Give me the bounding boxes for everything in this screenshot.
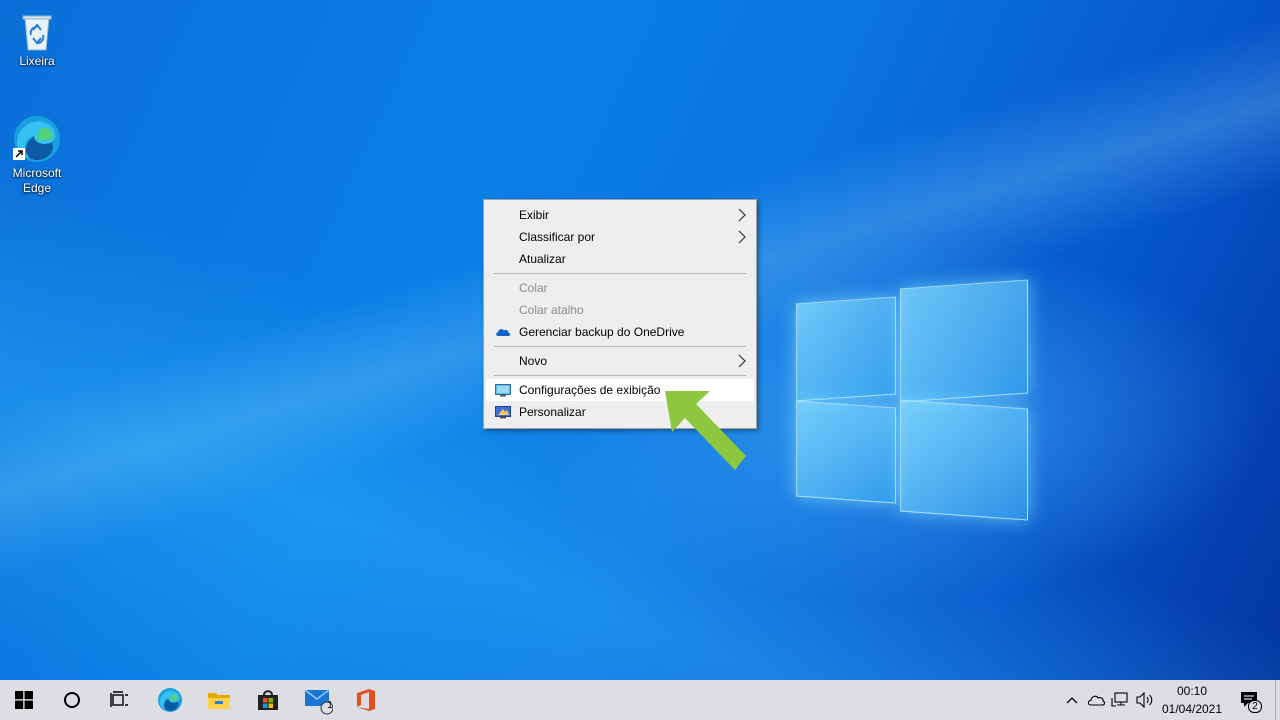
menu-item-label: Configurações de exibição <box>519 383 661 397</box>
windows-logo-pane <box>900 279 1028 403</box>
menu-item-label: Personalizar <box>519 405 586 419</box>
windows-logo-pane <box>796 400 896 504</box>
chevron-right-icon <box>738 230 746 244</box>
taskbar-mail-button[interactable]: 1 <box>294 680 342 720</box>
desktop[interactable]: Lixeira Microsoft Edge Exibir Classifica… <box>0 0 1280 680</box>
chevron-right-icon <box>738 208 746 222</box>
menu-item-colar[interactable]: Colar <box>486 277 754 299</box>
start-button[interactable] <box>0 680 48 720</box>
search-button[interactable] <box>48 680 96 720</box>
edge-icon <box>158 688 182 712</box>
mail-badge: 1 <box>327 700 333 711</box>
menu-item-label: Novo <box>519 354 548 368</box>
start-icon <box>15 691 33 709</box>
onedrive-cloud-icon <box>496 329 511 336</box>
chevron-up-icon <box>1066 697 1078 704</box>
desktop-icon-recycle-bin[interactable]: Lixeira <box>1 8 73 69</box>
menu-item-label: Atualizar <box>519 252 566 266</box>
volume-icon <box>1136 692 1153 708</box>
menu-separator <box>494 375 746 376</box>
store-icon <box>258 690 278 710</box>
show-desktop-button[interactable] <box>1275 680 1280 720</box>
tray-date: 01/04/2021 <box>1161 702 1223 716</box>
tray-clock[interactable]: 00:10 01/04/2021 <box>1158 680 1226 720</box>
menu-item-label: Colar atalho <box>519 303 584 317</box>
action-center-button[interactable]: 2 <box>1230 680 1270 720</box>
notification-count-badge: 2 <box>1248 700 1262 713</box>
chevron-right-icon <box>738 354 746 368</box>
taskbar-office-button[interactable] <box>342 680 390 720</box>
tray-show-hidden-icons[interactable] <box>1060 680 1084 720</box>
network-icon <box>1111 692 1128 707</box>
desktop-icon-label: Lixeira <box>19 54 55 68</box>
menu-item-label: Classificar por <box>519 230 596 244</box>
taskbar-store-button[interactable] <box>244 680 292 720</box>
display-settings-icon <box>495 384 511 397</box>
taskbar-file-explorer-button[interactable] <box>195 680 243 720</box>
menu-item-label: Exibir <box>519 208 550 222</box>
tray-onedrive[interactable] <box>1084 680 1108 720</box>
menu-separator <box>494 273 746 274</box>
taskbar: 1 00:10 01/04/2021 2 <box>0 680 1280 720</box>
menu-item-atualizar[interactable]: Atualizar <box>486 248 754 270</box>
menu-item-gerenciar-backup-onedrive[interactable]: Gerenciar backup do OneDrive <box>486 321 754 343</box>
menu-item-classificar-por[interactable]: Classificar por <box>486 226 754 248</box>
office-icon <box>357 689 375 711</box>
tray-network[interactable] <box>1108 680 1132 720</box>
menu-item-colar-atalho[interactable]: Colar atalho <box>486 299 754 321</box>
tray-time: 00:10 <box>1176 684 1208 698</box>
tray-volume[interactable] <box>1132 680 1158 720</box>
task-view-button[interactable] <box>96 680 144 720</box>
menu-item-novo[interactable]: Novo <box>486 350 754 372</box>
arrow-pointer-icon <box>665 391 746 470</box>
windows-logo-pane <box>900 399 1028 521</box>
personalize-icon <box>495 406 511 419</box>
taskbar-edge-button[interactable] <box>146 680 194 720</box>
onedrive-cloud-icon <box>1087 695 1105 706</box>
edge-icon <box>13 116 60 162</box>
menu-item-label: Gerenciar backup do OneDrive <box>519 325 685 339</box>
file-explorer-icon <box>208 693 230 709</box>
recycle-bin-icon <box>22 15 52 51</box>
menu-item-label: Colar <box>519 281 548 295</box>
menu-separator <box>494 346 746 347</box>
task-view-icon <box>110 691 128 707</box>
desktop-icon-label: Microsoft Edge <box>12 166 62 195</box>
desktop-icon-edge[interactable]: Microsoft Edge <box>1 114 73 196</box>
windows-logo-pane <box>796 296 896 402</box>
search-icon <box>64 692 80 708</box>
menu-item-exibir[interactable]: Exibir <box>486 204 754 226</box>
